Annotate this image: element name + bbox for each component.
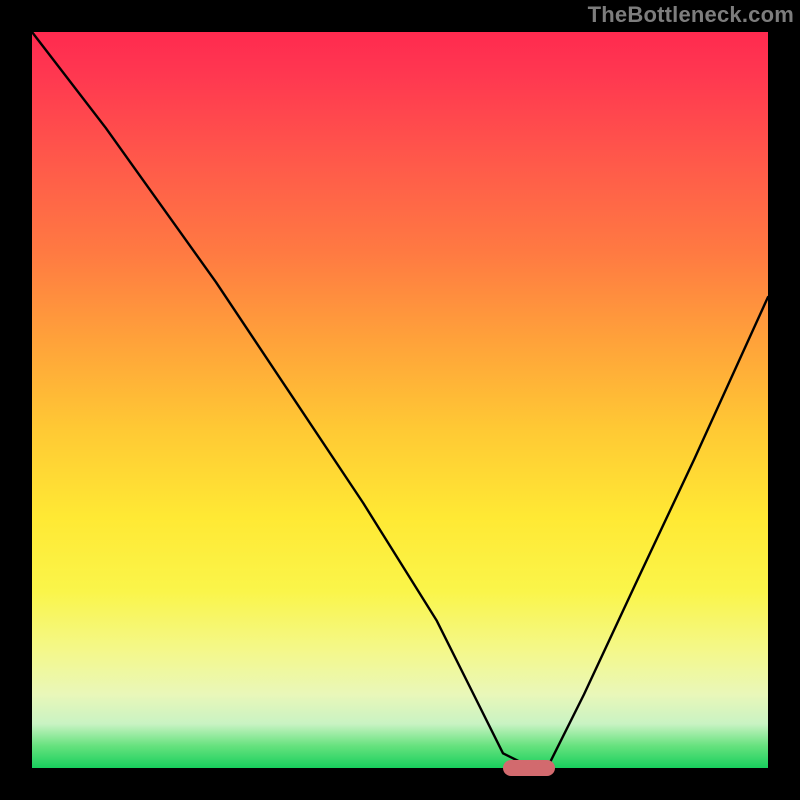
bottleneck-curve: [32, 32, 768, 768]
watermark-text: TheBottleneck.com: [588, 2, 794, 28]
plot-area: [32, 32, 768, 768]
chart-stage: TheBottleneck.com: [0, 0, 800, 800]
curve-path: [32, 32, 768, 768]
optimal-marker: [503, 760, 555, 776]
